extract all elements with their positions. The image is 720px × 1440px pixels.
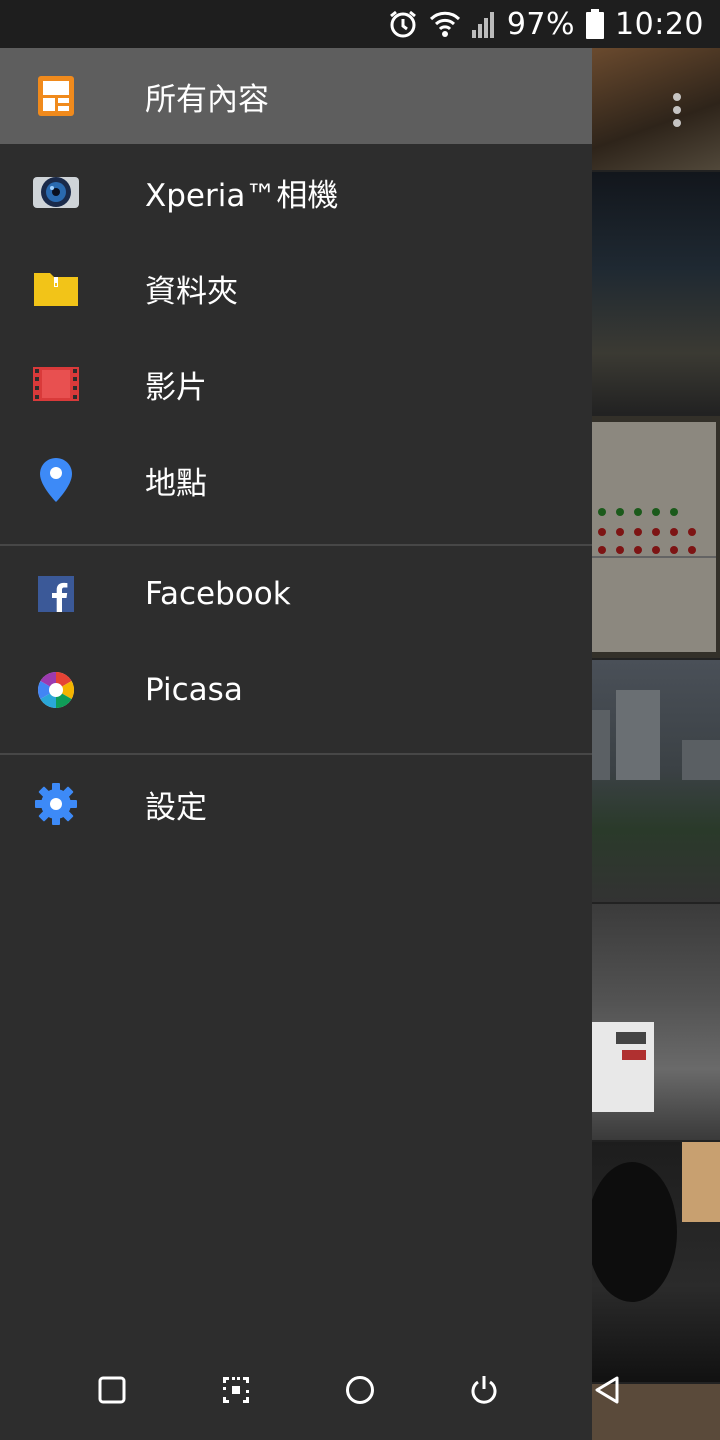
location-pin-icon xyxy=(32,456,80,504)
clock: 10:20 xyxy=(615,6,704,42)
photo-thumbnail xyxy=(592,660,720,902)
facebook-icon xyxy=(32,570,80,618)
back-button[interactable] xyxy=(580,1364,636,1420)
battery-percent: 97% xyxy=(506,6,576,42)
recents-button[interactable] xyxy=(84,1364,140,1420)
film-icon xyxy=(32,360,80,408)
power-button[interactable] xyxy=(456,1364,512,1420)
recents-icon xyxy=(98,1376,126,1408)
power-icon xyxy=(469,1375,499,1409)
drawer-item-picasa[interactable]: Picasa xyxy=(0,642,592,738)
all-content-icon xyxy=(32,72,80,120)
drawer-item-label: Picasa xyxy=(145,672,243,708)
signal-icon xyxy=(471,8,497,40)
screenshot-icon xyxy=(222,1376,250,1408)
drawer-divider xyxy=(0,753,592,755)
drawer-item-camera[interactable]: Xperia™相機 xyxy=(0,144,592,240)
overflow-menu-icon[interactable] xyxy=(673,88,681,132)
photo-thumbnail xyxy=(592,904,720,1140)
home-button[interactable] xyxy=(332,1364,388,1420)
alarm-icon xyxy=(387,8,419,40)
navigation-drawer: 所有內容 Xperia™相機 資料夾 影片 地點 Facebook Picasa… xyxy=(0,48,592,1440)
drawer-item-places[interactable]: 地點 xyxy=(0,432,592,528)
screenshot-button[interactable] xyxy=(208,1364,264,1420)
drawer-item-label: 地點 xyxy=(145,465,207,502)
camera-icon xyxy=(32,168,80,216)
drawer-item-label: 所有內容 xyxy=(145,81,269,118)
system-navigation-bar xyxy=(0,1344,720,1440)
drawer-item-label: Xperia™相機 xyxy=(145,177,339,214)
wifi-icon xyxy=(429,8,461,40)
drawer-item-all-content[interactable]: 所有內容 xyxy=(0,48,592,144)
photo-thumbnail xyxy=(592,48,720,170)
drawer-item-folders[interactable]: 資料夾 xyxy=(0,240,592,336)
home-icon xyxy=(345,1375,375,1409)
drawer-item-label: Facebook xyxy=(145,576,291,612)
gear-icon xyxy=(32,780,80,828)
photo-grid-background xyxy=(592,48,720,1440)
drawer-item-label: 影片 xyxy=(145,369,207,406)
drawer-item-settings[interactable]: 設定 xyxy=(0,756,592,852)
picasa-icon xyxy=(32,666,80,714)
drawer-item-facebook[interactable]: Facebook xyxy=(0,546,592,642)
drawer-item-label: 資料夾 xyxy=(145,273,238,310)
photo-thumbnail xyxy=(592,172,720,414)
back-icon xyxy=(593,1375,623,1409)
battery-icon xyxy=(585,8,605,40)
folder-icon xyxy=(32,264,80,312)
drawer-item-label: 設定 xyxy=(145,789,207,826)
drawer-item-videos[interactable]: 影片 xyxy=(0,336,592,432)
status-bar: 97% 10:20 xyxy=(0,0,720,48)
photo-thumbnail xyxy=(592,416,720,658)
